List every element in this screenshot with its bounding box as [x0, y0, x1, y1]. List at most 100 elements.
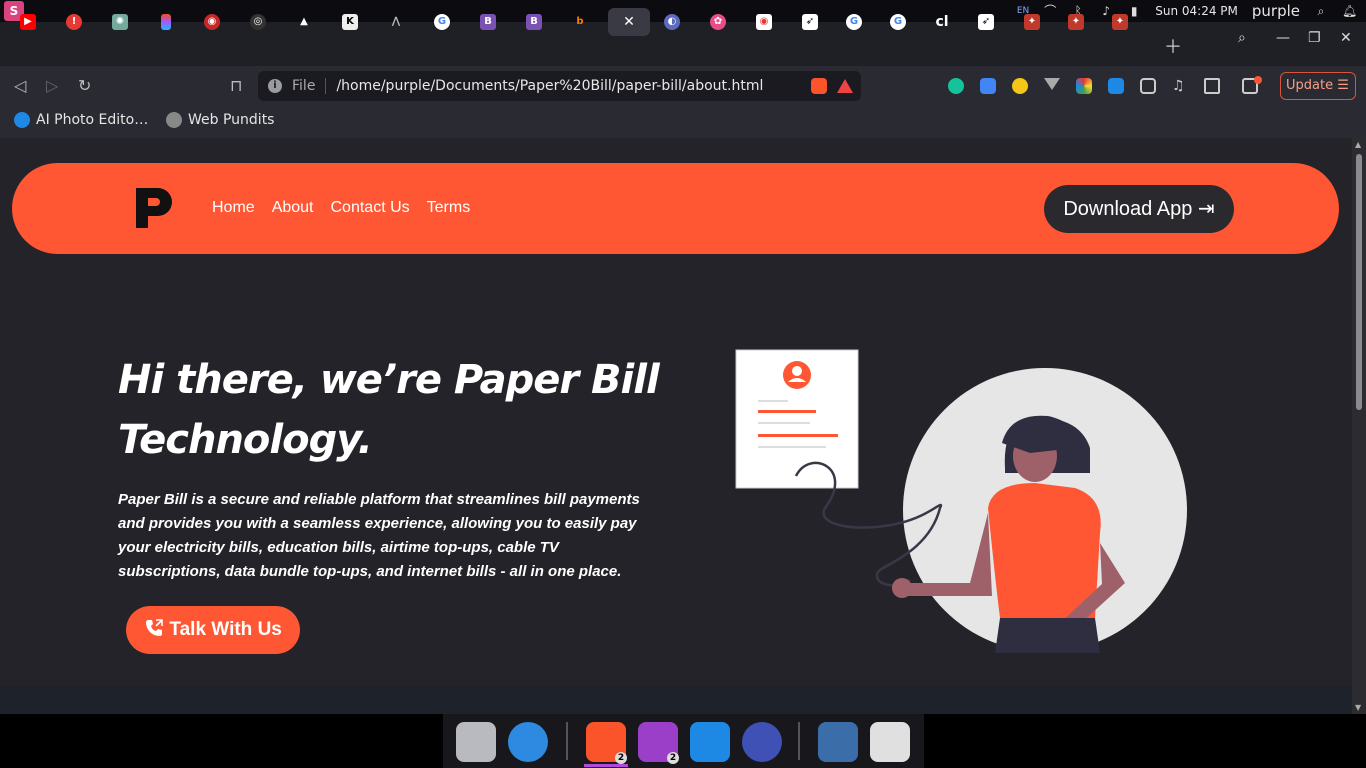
- update-button[interactable]: Update ☰: [1280, 72, 1356, 100]
- nav-link-terms[interactable]: Terms: [427, 199, 471, 217]
- alert-icon: !: [66, 14, 82, 30]
- vuejs-icon[interactable]: [1044, 78, 1060, 90]
- bookmark-item[interactable]: Web Pundits: [166, 112, 274, 128]
- tab[interactable]: B: [516, 8, 552, 36]
- bookmark-item[interactable]: AI Photo Edito…: [14, 112, 148, 128]
- notification-dot: [1254, 76, 1262, 84]
- username[interactable]: purple: [1252, 2, 1300, 20]
- tab[interactable]: G: [424, 8, 460, 36]
- thunderbird-icon[interactable]: [742, 722, 782, 762]
- ai-photo-icon: [14, 112, 30, 128]
- talk-with-us-button[interactable]: Talk With Us: [126, 606, 300, 654]
- kite-icon: K: [342, 14, 358, 30]
- dribbble-icon: ✿: [710, 14, 726, 30]
- hero-title: Hi there, we’re Paper Bill Technology.: [118, 350, 678, 470]
- nav-links: Home About Contact Us Terms: [212, 199, 470, 217]
- brave-shield-icon[interactable]: [811, 78, 827, 94]
- paper-bill-logo[interactable]: [134, 186, 174, 230]
- ninja-icon: ✦: [1068, 14, 1084, 30]
- tab[interactable]: ✦: [1058, 8, 1094, 36]
- tab[interactable]: ✺: [102, 8, 138, 36]
- reload-icon[interactable]: ↻: [78, 76, 91, 95]
- tab[interactable]: K: [332, 8, 368, 36]
- hero-illustration: [735, 349, 1187, 653]
- nav-link-contact[interactable]: Contact Us: [331, 199, 410, 217]
- grammarly-icon[interactable]: [948, 78, 964, 94]
- tab[interactable]: ◉: [194, 8, 230, 36]
- extension-w-icon[interactable]: [1012, 78, 1028, 94]
- tab[interactable]: ✿: [700, 8, 736, 36]
- bell-icon[interactable]: 🔔︎: [1342, 4, 1357, 18]
- search-tabs-icon[interactable]: ⌕: [1238, 30, 1246, 46]
- translate-icon[interactable]: [980, 78, 996, 94]
- maximize-icon[interactable]: ❐: [1308, 30, 1321, 46]
- tab[interactable]: ▶: [10, 8, 46, 36]
- address-bar[interactable]: i File /home/purple/Documents/Paper%20Bi…: [258, 71, 861, 101]
- phone-icon: [146, 619, 163, 636]
- minimize-icon[interactable]: —: [1276, 30, 1290, 46]
- page-scrollbar[interactable]: ▲ ▼: [1352, 138, 1366, 714]
- media-icon[interactable]: ♫: [1172, 78, 1188, 94]
- search-icon[interactable]: ⌕: [1314, 4, 1328, 18]
- url-path[interactable]: /home/purple/Documents/Paper%20Bill/pape…: [336, 78, 811, 94]
- tab[interactable]: ◉: [746, 8, 782, 36]
- tab[interactable]: ▲: [286, 8, 322, 36]
- orbit-icon: ◐: [664, 14, 680, 30]
- bird-icon: ➶: [802, 14, 818, 30]
- google-icon: G: [434, 14, 450, 30]
- close-tab-icon[interactable]: ✕: [623, 14, 635, 30]
- sidebar-icon[interactable]: [1204, 78, 1220, 94]
- tab[interactable]: ⋀: [378, 8, 414, 36]
- brave-rewards-icon[interactable]: [837, 79, 853, 93]
- files-icon[interactable]: [456, 722, 496, 762]
- settings-mixer-icon[interactable]: [818, 722, 858, 762]
- url-scheme: File: [292, 78, 316, 94]
- tab[interactable]: ✦: [1102, 8, 1138, 36]
- clock[interactable]: Sun 04:24 PM: [1155, 4, 1238, 18]
- download-app-label: Download App: [1063, 198, 1193, 220]
- close-window-icon[interactable]: ✕: [1340, 30, 1352, 46]
- scroll-down-icon[interactable]: ▼: [1355, 703, 1361, 712]
- tab[interactable]: !: [56, 8, 92, 36]
- back-icon[interactable]: ◁: [14, 76, 26, 95]
- tab[interactable]: G: [836, 8, 872, 36]
- color-picker-icon[interactable]: [1076, 78, 1092, 94]
- hero-title-line2: Technology.: [118, 417, 373, 463]
- extension-n-icon[interactable]: [1108, 78, 1124, 94]
- next-section-strip: [0, 686, 1352, 714]
- trash-icon[interactable]: [870, 722, 910, 762]
- tab[interactable]: b: [562, 8, 598, 36]
- google-icon: G: [846, 14, 862, 30]
- tab[interactable]: G: [880, 8, 916, 36]
- forward-icon[interactable]: ▷: [46, 76, 58, 95]
- mountain-icon: ⋀: [391, 16, 401, 27]
- bookmark-icon[interactable]: ⊓: [230, 76, 242, 95]
- hero-description: Paper Bill is a secure and reliable plat…: [118, 491, 640, 580]
- tab[interactable]: cl: [924, 8, 960, 36]
- bookmark-label: AI Photo Edito…: [36, 112, 149, 128]
- tab[interactable]: [148, 8, 184, 36]
- game-icon: ◉: [204, 14, 220, 30]
- tab[interactable]: ➶: [792, 8, 828, 36]
- web-browser-icon[interactable]: [508, 722, 548, 762]
- scrollbar-thumb[interactable]: [1356, 154, 1362, 410]
- vscode-icon[interactable]: [690, 722, 730, 762]
- dock-separator: [566, 722, 568, 760]
- tab[interactable]: ✦: [1014, 8, 1050, 36]
- youtube-red-icon: ◉: [756, 14, 772, 30]
- tab[interactable]: ➶: [968, 8, 1004, 36]
- download-app-button[interactable]: Download App ⇥: [1044, 185, 1234, 233]
- tab-active[interactable]: ✕: [608, 8, 650, 36]
- nav-link-about[interactable]: About: [272, 199, 314, 217]
- nav-link-home[interactable]: Home: [212, 199, 255, 217]
- info-icon[interactable]: i: [268, 79, 282, 93]
- talk-with-us-label: Talk With Us: [169, 619, 282, 640]
- bookmark-label: Web Pundits: [188, 112, 275, 128]
- extensions-puzzle-icon[interactable]: [1140, 78, 1156, 94]
- tab[interactable]: ◐: [654, 8, 690, 36]
- ninja-icon: ✦: [1112, 14, 1128, 30]
- scroll-up-icon[interactable]: ▲: [1355, 140, 1361, 149]
- tab[interactable]: B: [470, 8, 506, 36]
- tab[interactable]: ◎: [240, 8, 276, 36]
- new-tab-button[interactable]: ＋: [1164, 33, 1182, 59]
